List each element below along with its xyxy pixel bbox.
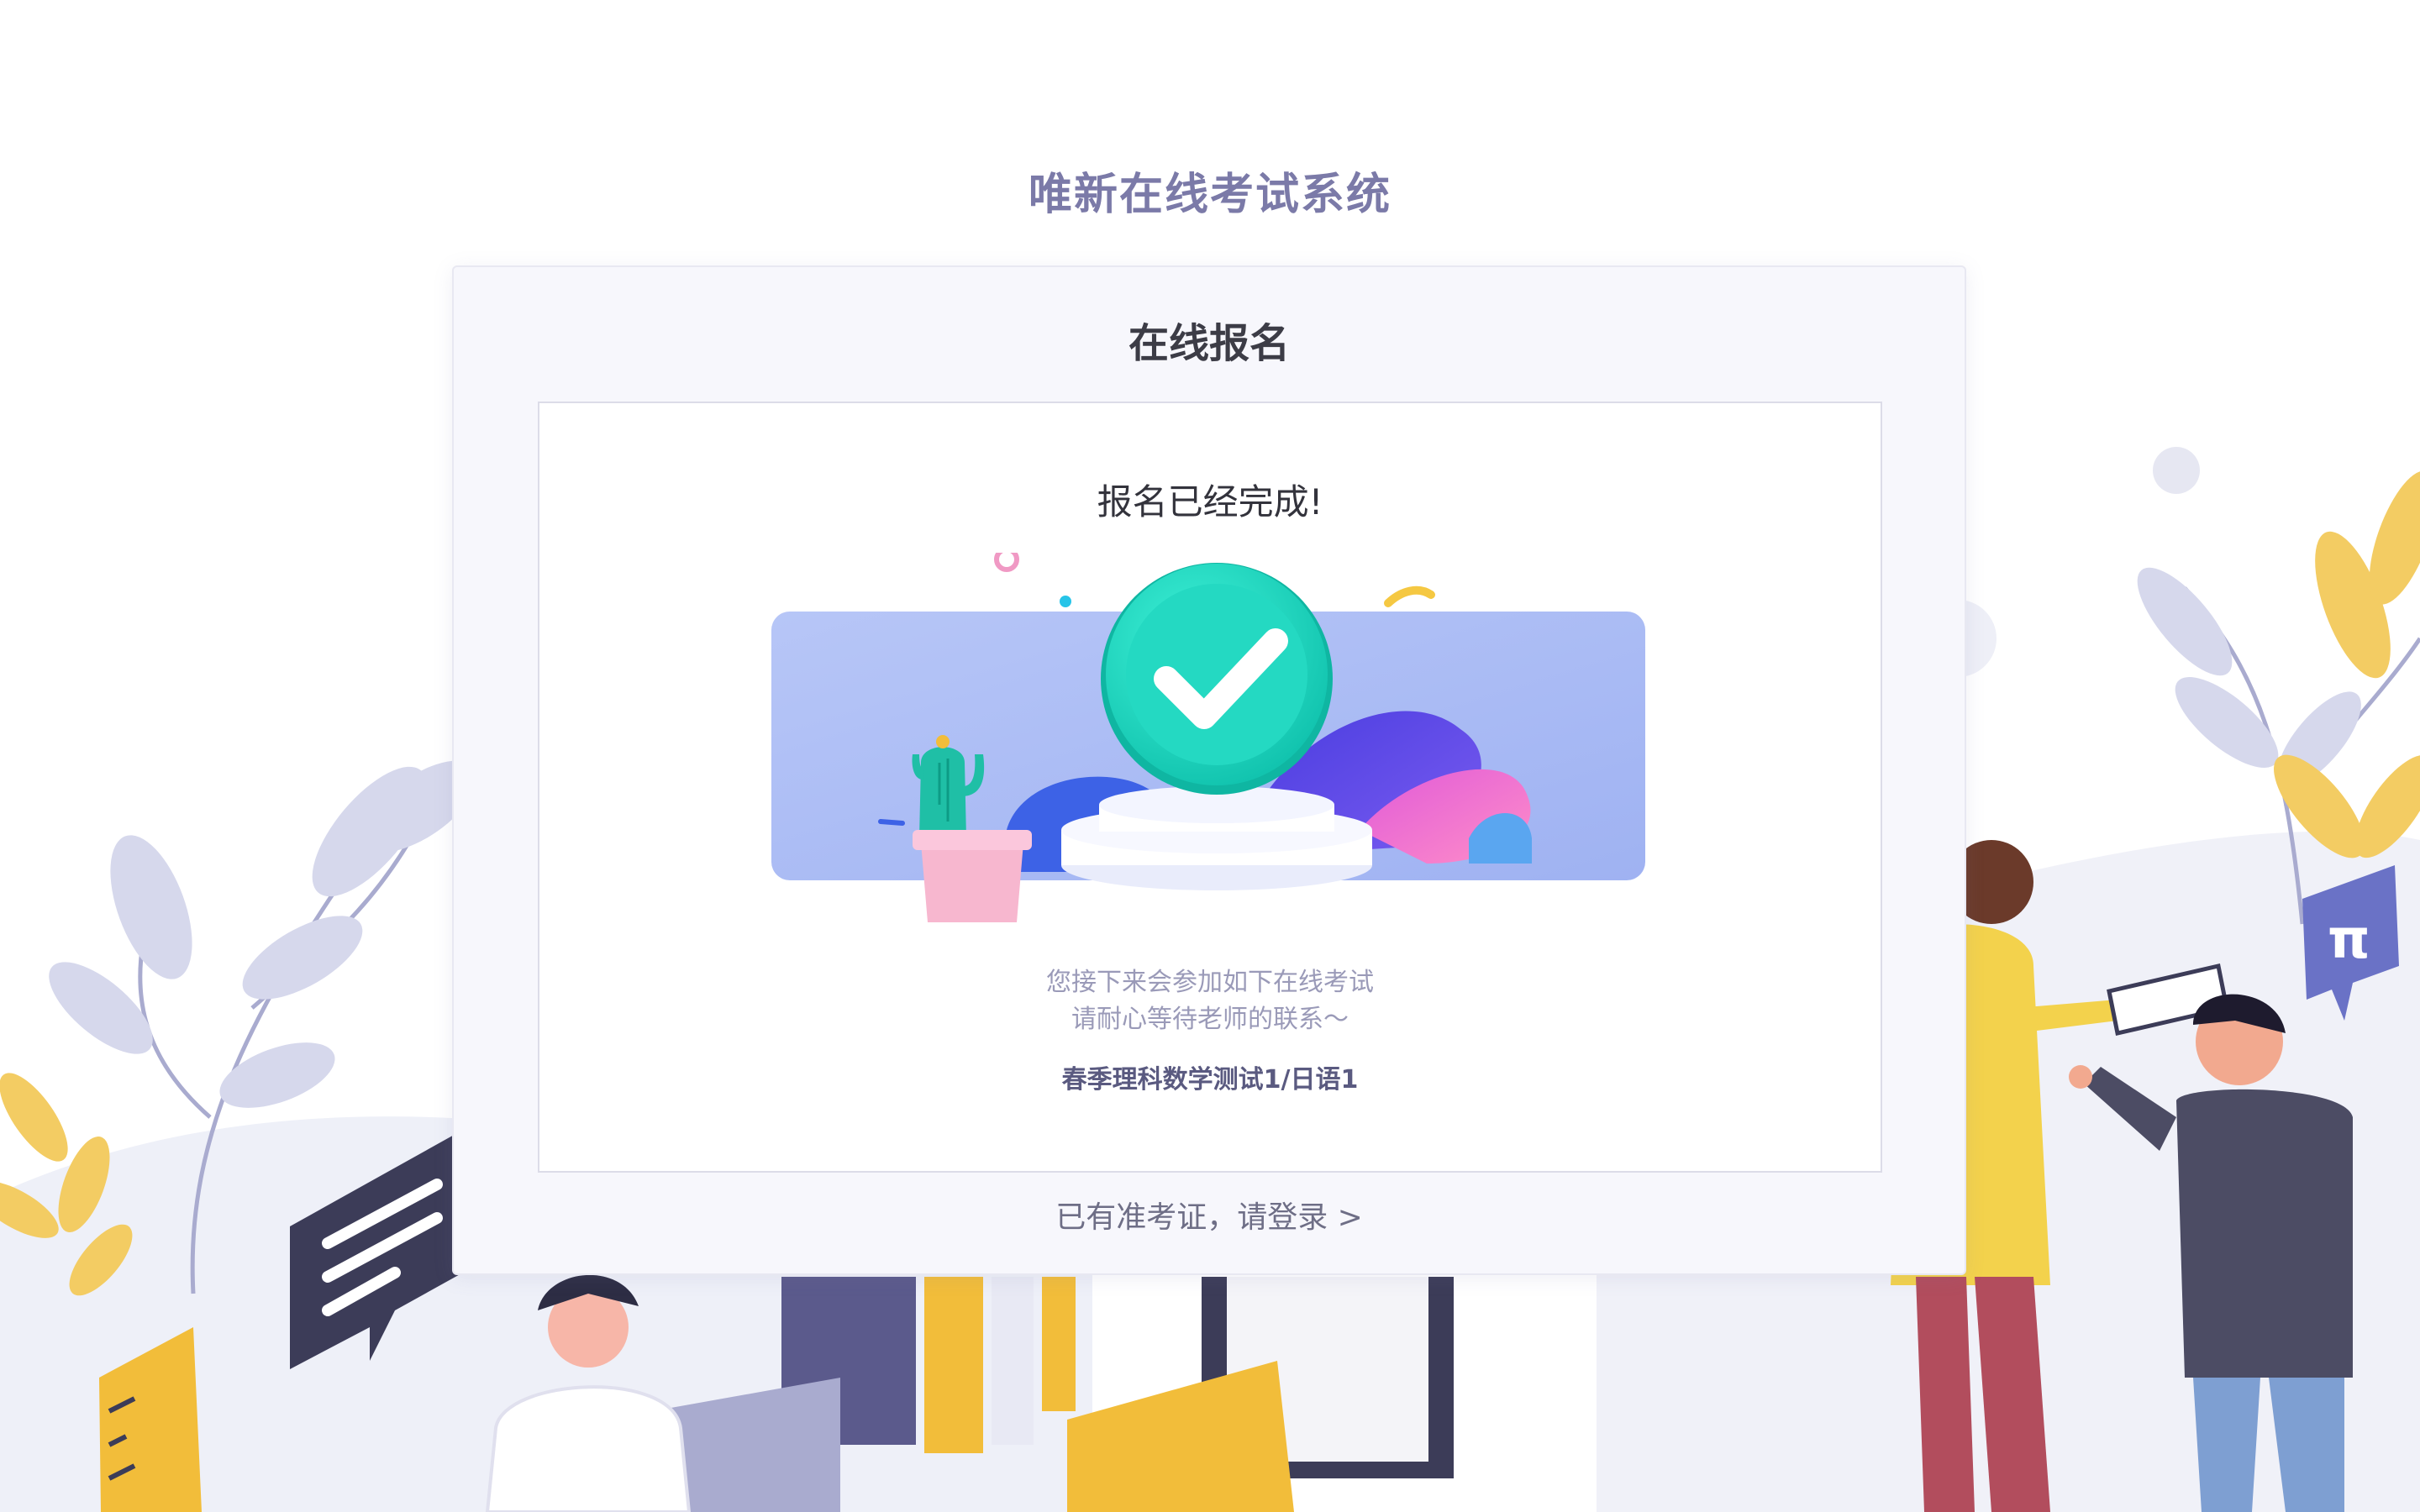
- login-link[interactable]: 已有准考证，请登录 >: [454, 1196, 1965, 1240]
- svg-text:π: π: [2328, 909, 2370, 971]
- system-title: 唯新在线考试系统: [1028, 170, 1392, 220]
- message-line-2: 请耐心等待老师的联系～: [1071, 1005, 1349, 1034]
- page: π 唯新在线考试系统 在线报名 报名已经完成! 您接下来会参加如下在线考试 请耐…: [0, 0, 2420, 1512]
- exam-name: 春季理科数学测试1/日语1: [1061, 1065, 1359, 1095]
- registration-card: 在线报名 报名已经完成! 您接下来会参加如下在线考试 请耐心等待老师的联系～ 春…: [452, 265, 1966, 1275]
- status-text: 报名已经完成!: [1097, 481, 1323, 522]
- success-illustration: [771, 553, 1645, 922]
- message-line-1: 您接下来会参加如下在线考试: [1046, 968, 1374, 997]
- result-panel: 报名已经完成! 您接下来会参加如下在线考试 请耐心等待老师的联系～ 春季理科数学…: [538, 402, 1882, 1173]
- card-title: 在线报名: [1128, 320, 1290, 367]
